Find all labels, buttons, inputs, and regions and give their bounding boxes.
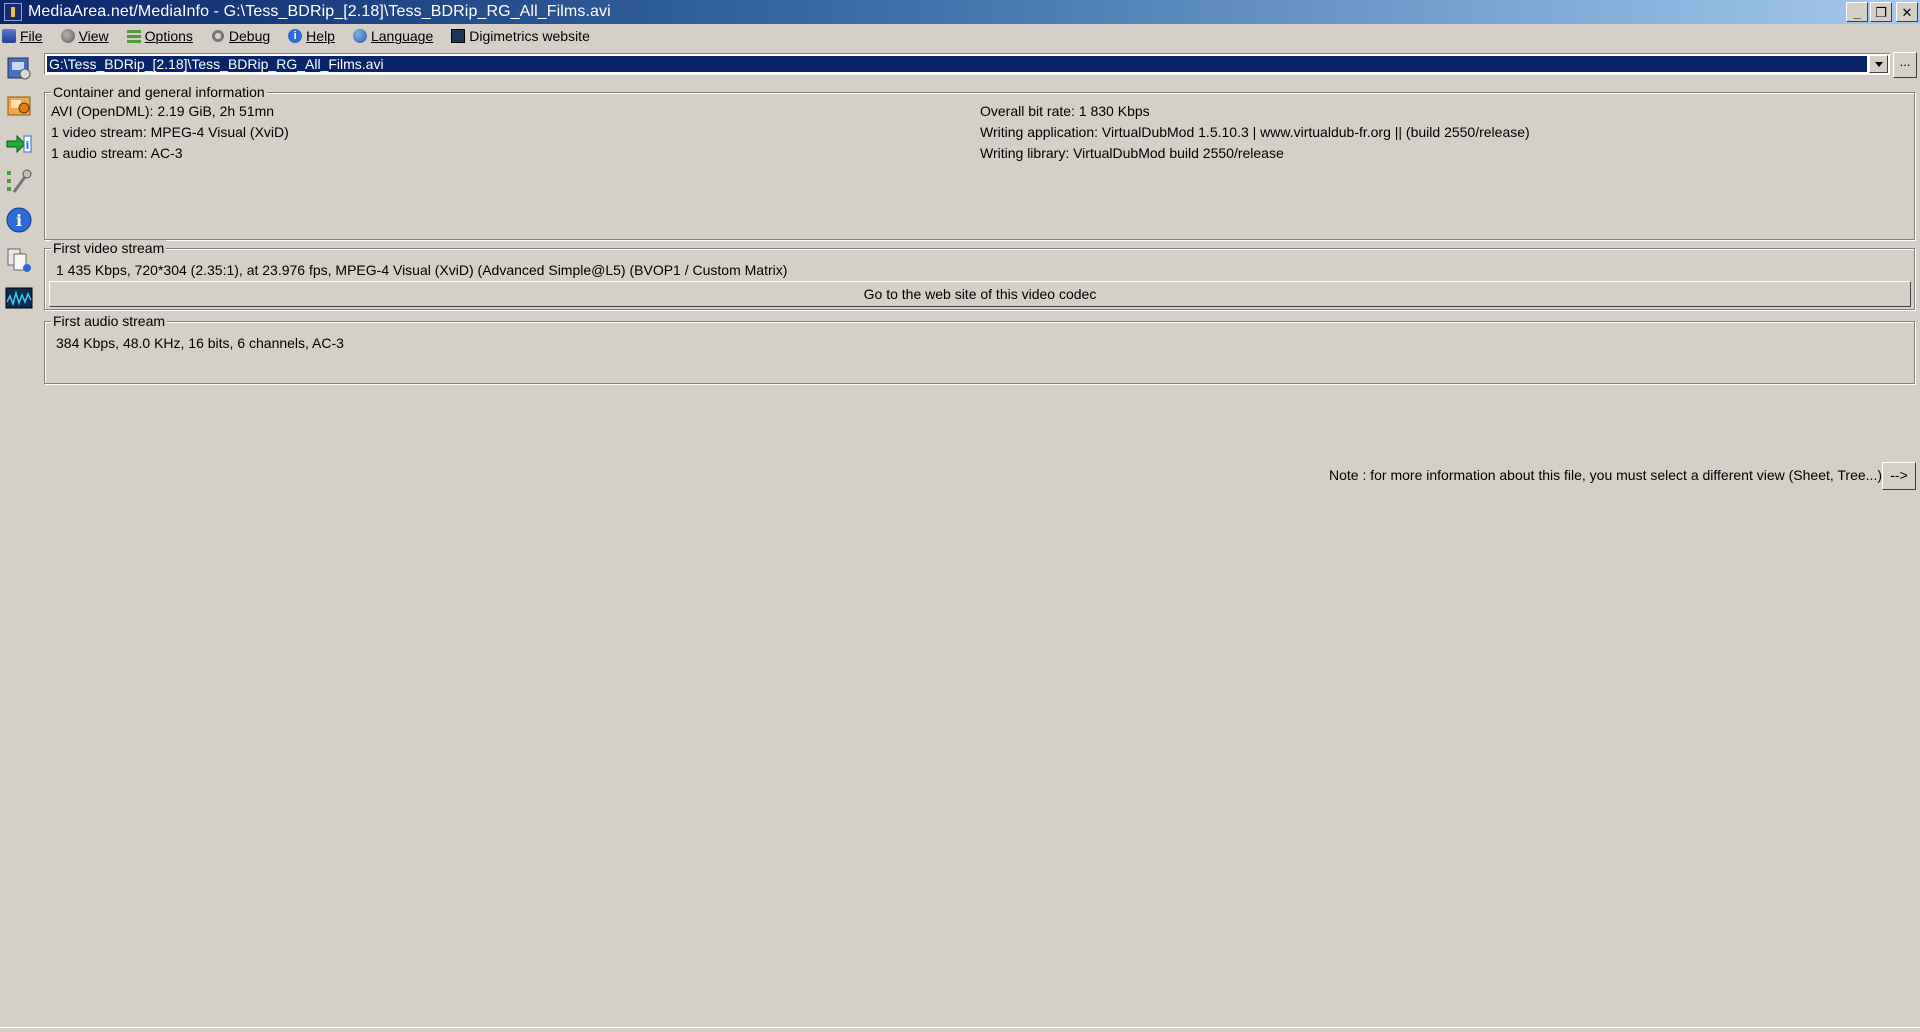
audio-stream-title: First audio stream	[51, 313, 168, 329]
file-selector[interactable]: G:\Tess_BDRip_[2.18]\Tess_BDRip_RG_All_F…	[44, 53, 1890, 75]
audio-stream-info: 384 Kbps, 48.0 KHz, 16 bits, 6 channels,…	[56, 335, 344, 351]
general-right-line-1: Overall bit rate: 1 830 Kbps	[980, 103, 1150, 119]
window-bottom-edge	[0, 1027, 1920, 1028]
video-stream-group: First video stream 1 435 Kbps, 720*304 (…	[44, 240, 1915, 310]
window-title: MediaArea.net/MediaInfo - G:\Tess_BDRip_…	[28, 3, 611, 20]
general-left-line-3: 1 audio stream: AC-3	[51, 145, 183, 161]
menu-language-label: Language	[370, 28, 434, 44]
menu-options-label: Options	[144, 28, 193, 44]
open-file-tool[interactable]	[3, 52, 35, 84]
mediainfo-app-icon[interactable]	[4, 3, 22, 21]
menu-file-label: File	[20, 28, 43, 44]
menu-bar: File View Options Debug i Help Language …	[0, 24, 1920, 48]
video-codec-website-button[interactable]: Go to the web site of this video codec	[49, 281, 1911, 307]
video-stream-info: 1 435 Kbps, 720*304 (2.35:1), at 23.976 …	[56, 262, 788, 278]
menu-digimetrics-website[interactable]: Digimetrics website	[451, 28, 590, 44]
help-icon: i	[288, 29, 303, 43]
open-file-icon	[7, 57, 31, 80]
view-icon	[60, 29, 75, 43]
minimize-button[interactable]: _	[1846, 2, 1868, 22]
menu-language[interactable]: Language	[352, 28, 434, 44]
window-controls: _ ❐ ✕	[1846, 2, 1918, 22]
restore-button[interactable]: ❐	[1870, 2, 1892, 22]
left-toolbar: i i	[0, 50, 38, 330]
chevron-down-icon[interactable]	[1869, 55, 1888, 73]
video-stream-title: First video stream	[51, 240, 167, 256]
general-left-line-1: AVI (OpenDML): 2.19 GiB, 2h 51mn	[51, 103, 275, 119]
debug-icon	[210, 29, 225, 43]
close-button[interactable]: ✕	[1896, 2, 1918, 22]
export-tool[interactable]	[3, 90, 35, 122]
svg-text:i: i	[26, 139, 30, 152]
menu-debug[interactable]: Debug	[210, 28, 271, 44]
digimetrics-icon	[451, 29, 466, 43]
documents-icon	[7, 248, 31, 272]
export-icon	[7, 96, 31, 116]
arrow-info-icon: i	[6, 134, 32, 154]
menu-view-label: View	[78, 28, 109, 44]
web-tool[interactable]	[3, 282, 35, 314]
file-icon	[2, 29, 16, 43]
audio-stream-group: First audio stream 384 Kbps, 48.0 KHz, 1…	[44, 313, 1915, 384]
menu-help[interactable]: i Help	[288, 28, 335, 44]
preferences-tool[interactable]	[3, 166, 35, 198]
file-path-value[interactable]: G:\Tess_BDRip_[2.18]\Tess_BDRip_RG_All_F…	[47, 56, 1867, 72]
svg-text:i: i	[16, 211, 22, 230]
general-right-line-2: Writing application: VirtualDubMod 1.5.1…	[980, 124, 1530, 140]
browse-button[interactable]: ...	[1893, 52, 1917, 78]
general-info-title: Container and general information	[51, 84, 267, 100]
menu-options[interactable]: Options	[126, 28, 193, 44]
general-right-line-3: Writing library: VirtualDubMod build 255…	[980, 145, 1284, 161]
menu-help-label: Help	[306, 28, 335, 44]
change-view-button[interactable]: -->	[1882, 462, 1916, 490]
preferences-icon	[7, 169, 32, 193]
view-note: Note : for more information about this f…	[1329, 467, 1882, 483]
sheet-view-tool[interactable]: i	[3, 128, 35, 160]
language-icon	[352, 29, 367, 43]
menu-debug-label: Debug	[228, 28, 271, 44]
waveform-icon	[5, 287, 33, 309]
info-icon: i	[6, 207, 32, 233]
menu-view[interactable]: View	[60, 28, 109, 44]
about-tool[interactable]: i	[3, 204, 35, 236]
menu-file[interactable]: File	[2, 28, 43, 44]
options-icon	[126, 29, 141, 43]
file-list-tool[interactable]	[3, 244, 35, 276]
general-left-line-2: 1 video stream: MPEG-4 Visual (XviD)	[51, 124, 289, 140]
general-info-group: Container and general information AVI (O…	[44, 84, 1915, 240]
menu-digimetrics-label: Digimetrics website	[469, 28, 590, 44]
title-bar[interactable]: MediaArea.net/MediaInfo - G:\Tess_BDRip_…	[0, 0, 1920, 24]
